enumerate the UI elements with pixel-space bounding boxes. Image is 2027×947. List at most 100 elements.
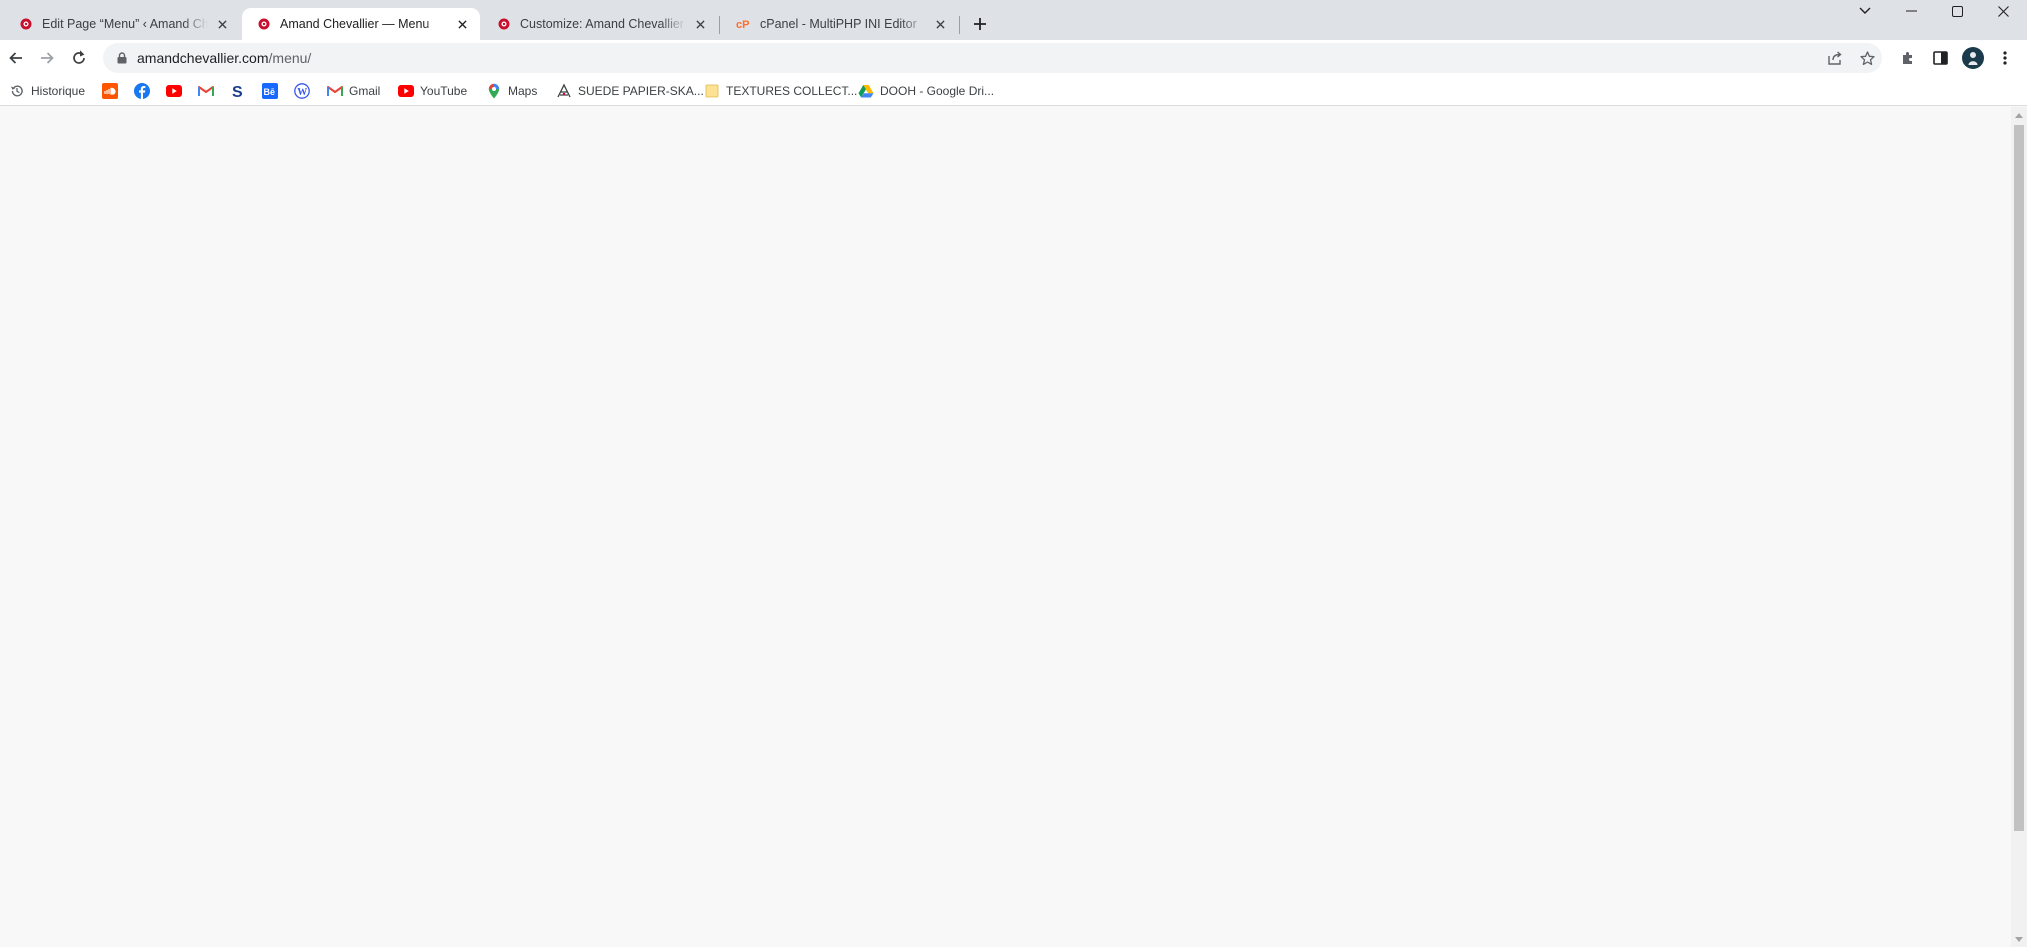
bookmark-label: DOOH - Google Dri... xyxy=(880,84,995,98)
close-window-button[interactable] xyxy=(1980,0,2026,22)
tab-customize[interactable]: Customize: Amand Chevallier — Menu xyxy=(482,8,718,40)
tab-strip: Edit Page “Menu” ‹ Amand Chevallier — Wo… xyxy=(0,0,2027,40)
close-icon xyxy=(1997,5,2009,17)
triangle-down-icon xyxy=(2015,936,2023,942)
site-favicon-icon xyxy=(496,16,512,32)
behance-icon: Bē xyxy=(262,83,278,99)
forward-button[interactable] xyxy=(33,44,61,72)
scroll-up-arrow[interactable] xyxy=(2011,107,2027,123)
bookmarks-bar: Historique S Bē W Gmail YouTube Maps SUE… xyxy=(0,76,2027,106)
tab-title: Customize: Amand Chevallier — Menu xyxy=(520,17,686,31)
site-favicon-icon xyxy=(256,16,272,32)
bookmark-behance[interactable]: Bē xyxy=(259,80,281,102)
scroll-down-arrow[interactable] xyxy=(2011,931,2027,947)
bookmark-label: Maps xyxy=(508,84,538,98)
gmail-icon xyxy=(198,83,214,99)
bookmark-star-button[interactable] xyxy=(1853,44,1881,72)
bookmark-maps[interactable]: Maps xyxy=(483,80,540,102)
page-content[interactable] xyxy=(0,107,2011,947)
puzzle-icon xyxy=(1903,52,1912,64)
google-drive-icon xyxy=(858,83,874,99)
bookmark-youtube[interactable] xyxy=(163,80,185,102)
s-logo-icon: S xyxy=(230,83,246,99)
close-icon[interactable] xyxy=(692,16,708,32)
folder-icon xyxy=(704,83,720,99)
history-icon xyxy=(9,83,25,99)
tab-title: cPanel - MultiPHP INI Editor xyxy=(760,17,917,31)
bookmark-textures-folder[interactable]: TEXTURES COLLECT... xyxy=(701,80,860,102)
gmail-icon xyxy=(327,83,343,99)
bookmark-label: YouTube xyxy=(420,84,468,98)
side-panel-button[interactable] xyxy=(1926,44,1954,72)
new-tab-button[interactable] xyxy=(966,10,994,38)
triangle-up-icon xyxy=(2015,112,2023,118)
tab-title: Edit Page “Menu” ‹ Amand Chevallier — Wo… xyxy=(42,17,208,31)
lock-icon[interactable] xyxy=(114,50,130,66)
soundcloud-icon xyxy=(102,83,118,99)
cpanel-icon: cP xyxy=(736,16,752,32)
side-panel-icon xyxy=(1932,51,1948,65)
svg-text:Bē: Bē xyxy=(264,87,276,97)
bookmark-wordpress[interactable]: W xyxy=(291,80,313,102)
avatar-icon xyxy=(1968,52,1978,65)
youtube-icon xyxy=(166,83,182,99)
bookmark-label: Historique xyxy=(31,84,86,98)
share-icon xyxy=(1827,51,1842,65)
browser-window: Edit Page “Menu” ‹ Amand Chevallier — Wo… xyxy=(0,0,2027,947)
star-icon xyxy=(1859,50,1875,65)
bookmark-label: SUEDE PAPIER-SKA... xyxy=(578,84,704,98)
url-domain: amandchevallier.com xyxy=(137,50,269,66)
address-bar[interactable]: amandchevallier.com/menu/ xyxy=(103,43,1882,73)
url-path: /menu/ xyxy=(268,50,312,66)
bookmark-youtube-labeled[interactable]: YouTube xyxy=(395,80,470,102)
bookmark-facebook[interactable] xyxy=(131,80,153,102)
tab-menu[interactable]: Amand Chevallier — Menu xyxy=(242,8,480,40)
close-icon[interactable] xyxy=(932,16,948,32)
vertical-scrollbar[interactable] xyxy=(2011,107,2027,947)
extensions-button[interactable] xyxy=(1894,44,1922,72)
chevron-down-icon xyxy=(1859,7,1871,14)
scroll-thumb[interactable] xyxy=(2014,125,2024,831)
maximize-button[interactable] xyxy=(1934,0,1980,22)
svg-text:S: S xyxy=(232,84,243,99)
maximize-icon xyxy=(1951,5,1963,17)
tab-separator xyxy=(959,16,960,34)
back-button[interactable] xyxy=(2,44,30,72)
wordpress-icon: W xyxy=(294,83,310,99)
bookmark-dooh-drive[interactable]: DOOH - Google Dri... xyxy=(855,80,997,102)
tab-separator xyxy=(719,16,720,34)
reload-button[interactable] xyxy=(65,44,93,72)
bookmark-historique[interactable]: Historique xyxy=(6,80,88,102)
svg-text:cP: cP xyxy=(736,19,749,30)
tab-search-button[interactable] xyxy=(1842,0,1888,22)
bookmark-gmail[interactable] xyxy=(195,80,217,102)
arrow-left-icon xyxy=(9,52,22,64)
bookmark-label: Gmail xyxy=(349,84,381,98)
kebab-menu-icon xyxy=(2003,51,2007,65)
minimize-button[interactable] xyxy=(1888,0,1934,22)
facebook-icon xyxy=(134,83,150,99)
tab-title: Amand Chevallier — Menu xyxy=(280,17,430,31)
minimize-icon xyxy=(1905,10,1917,12)
suede-logo-icon xyxy=(556,83,572,99)
bookmark-label: TEXTURES COLLECT... xyxy=(726,84,858,98)
close-icon[interactable] xyxy=(214,16,230,32)
bookmark-suede[interactable]: SUEDE PAPIER-SKA... xyxy=(553,80,707,102)
profile-avatar[interactable] xyxy=(1962,47,1984,69)
bookmark-s-logo[interactable]: S xyxy=(227,80,249,102)
arrow-right-icon xyxy=(41,52,54,64)
bookmark-soundcloud[interactable] xyxy=(99,80,121,102)
close-icon[interactable] xyxy=(454,16,470,32)
reload-icon xyxy=(73,50,85,64)
browser-toolbar: amandchevallier.com/menu/ xyxy=(0,40,2027,76)
site-favicon-icon xyxy=(18,16,34,32)
tab-cpanel[interactable]: cP cPanel - MultiPHP INI Editor xyxy=(722,8,958,40)
url-text[interactable]: amandchevallier.com/menu/ xyxy=(137,50,311,66)
share-button[interactable] xyxy=(1821,44,1849,72)
bookmark-gmail-labeled[interactable]: Gmail xyxy=(324,80,383,102)
chrome-menu-button[interactable] xyxy=(1991,44,2019,72)
maps-pin-icon xyxy=(486,83,502,99)
tab-edit-page[interactable]: Edit Page “Menu” ‹ Amand Chevallier — Wo… xyxy=(4,8,240,40)
svg-text:W: W xyxy=(297,87,307,98)
plus-icon xyxy=(974,18,986,30)
